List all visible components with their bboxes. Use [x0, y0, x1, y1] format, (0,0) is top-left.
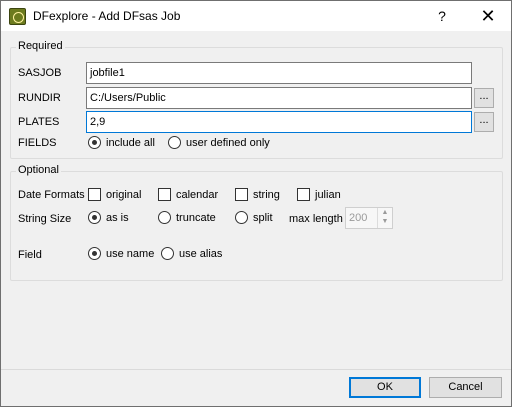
field-use-alias-radio[interactable]	[161, 247, 174, 260]
max-length-value: 200	[349, 212, 368, 224]
title-bar: DFexplore - Add DFsas Job ? ✕	[1, 1, 511, 31]
sasjob-label: SASJOB	[18, 67, 62, 79]
string-truncate-radio[interactable]	[158, 211, 171, 224]
footer-separator	[1, 369, 511, 370]
fields-label: FIELDS	[18, 137, 57, 149]
dialog-window: DFexplore - Add DFsas Job ? ✕ Required S…	[0, 0, 512, 407]
fields-include-all-radio[interactable]	[88, 136, 101, 149]
fields-user-defined-radio[interactable]	[168, 136, 181, 149]
string-split-radio[interactable]	[235, 211, 248, 224]
plates-browse-button[interactable]: ...	[474, 112, 494, 132]
date-formats-label: Date Formats	[18, 189, 85, 201]
fields-user-defined-label[interactable]: user defined only	[186, 137, 270, 149]
sasjob-input[interactable]: jobfile1	[86, 62, 472, 84]
date-original-label[interactable]: original	[106, 189, 141, 201]
date-julian-checkbox[interactable]	[297, 188, 310, 201]
date-julian-label[interactable]: julian	[315, 189, 341, 201]
string-truncate-label[interactable]: truncate	[176, 212, 216, 224]
required-legend: Required	[16, 40, 65, 52]
string-size-label: String Size	[18, 213, 72, 225]
string-as-is-label[interactable]: as is	[106, 212, 129, 224]
plates-label: PLATES	[18, 116, 60, 128]
close-button[interactable]: ✕	[465, 1, 511, 31]
max-length-stepper[interactable]: ▲ ▼	[377, 208, 392, 228]
cancel-button[interactable]: Cancel	[429, 377, 502, 398]
rundir-browse-button[interactable]: ...	[474, 88, 494, 108]
optional-group	[10, 171, 503, 281]
rundir-input[interactable]: C:/Users/Public	[86, 87, 472, 109]
string-as-is-radio[interactable]	[88, 211, 101, 224]
ok-button[interactable]: OK	[349, 377, 421, 398]
field-use-name-label[interactable]: use name	[106, 248, 154, 260]
window-title: DFexplore - Add DFsas Job	[33, 9, 181, 23]
date-calendar-label[interactable]: calendar	[176, 189, 218, 201]
field-use-name-radio[interactable]	[88, 247, 101, 260]
date-string-label[interactable]: string	[253, 189, 280, 201]
date-string-checkbox[interactable]	[235, 188, 248, 201]
help-button[interactable]: ?	[419, 1, 465, 31]
date-calendar-checkbox[interactable]	[158, 188, 171, 201]
date-original-checkbox[interactable]	[88, 188, 101, 201]
optional-legend: Optional	[16, 164, 61, 176]
app-icon	[9, 8, 26, 25]
field-use-alias-label[interactable]: use alias	[179, 248, 222, 260]
max-length-label: max length	[289, 213, 343, 225]
max-length-spinbox[interactable]: 200 ▲ ▼	[345, 207, 393, 229]
string-split-label[interactable]: split	[253, 212, 273, 224]
field-label: Field	[18, 249, 42, 261]
plates-input[interactable]: 2,9	[86, 111, 472, 133]
fields-include-all-label[interactable]: include all	[106, 137, 155, 149]
rundir-label: RUNDIR	[18, 92, 61, 104]
